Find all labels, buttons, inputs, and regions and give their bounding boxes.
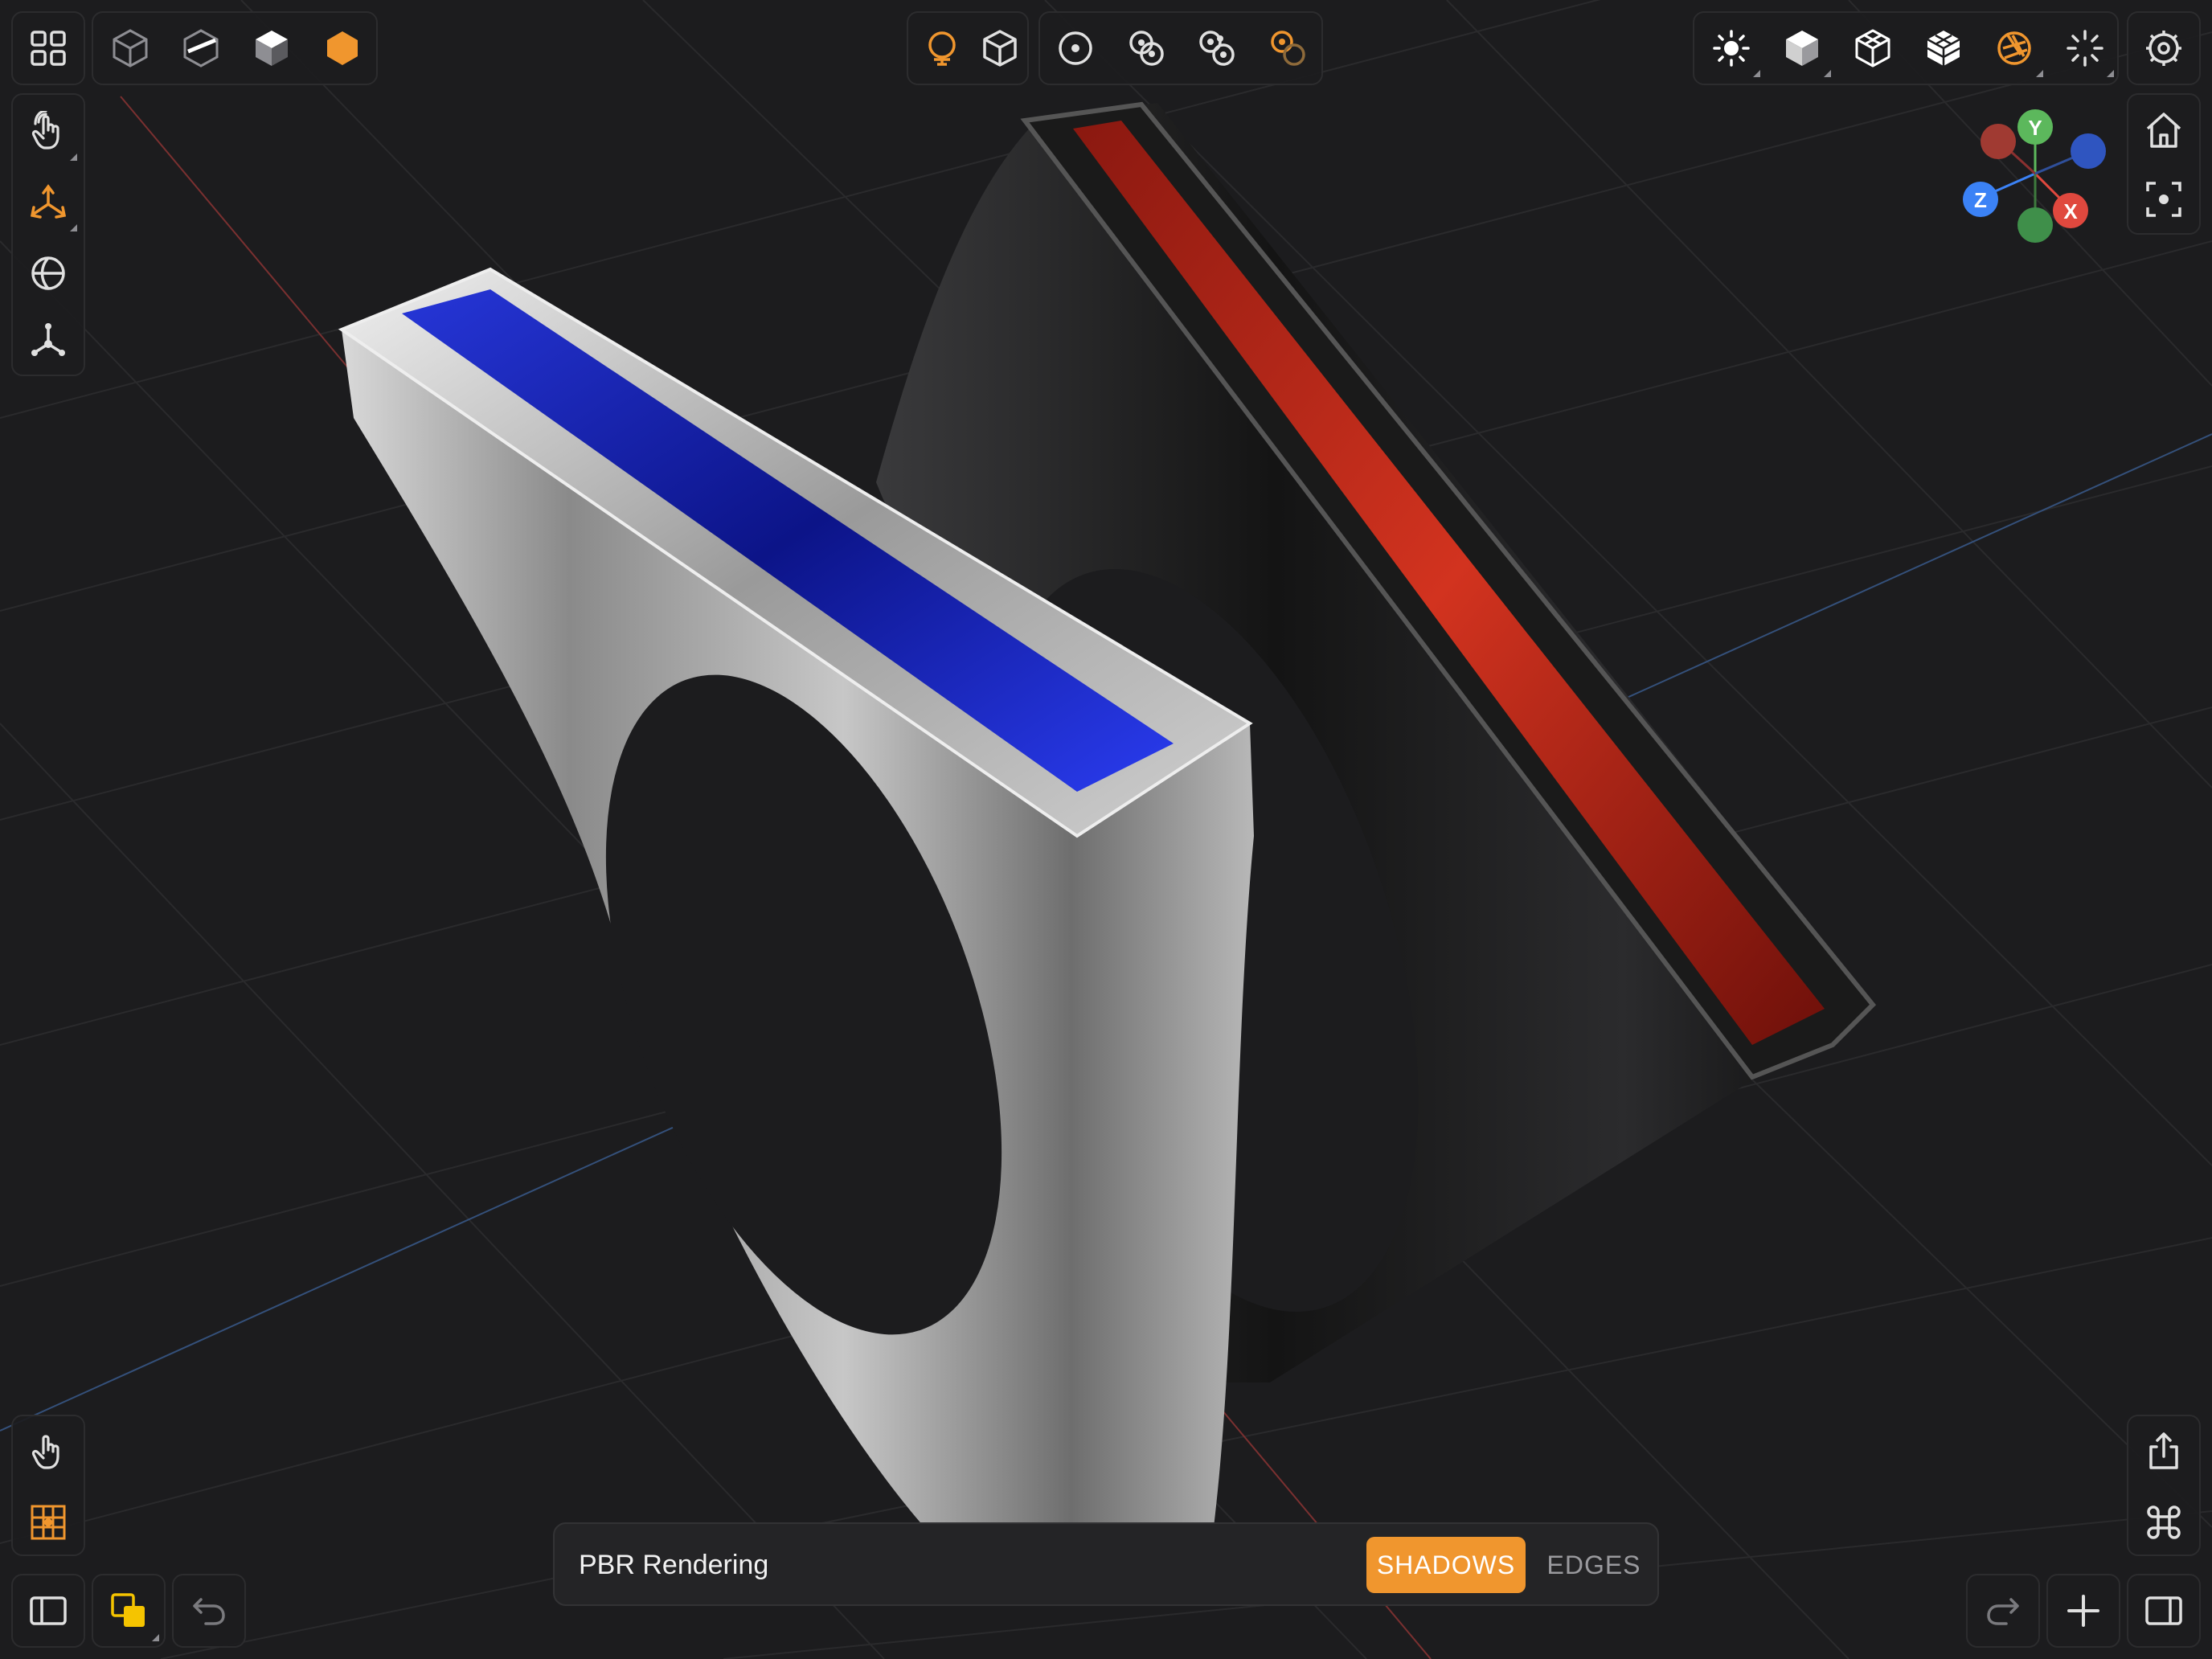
cube-outline-icon — [983, 30, 1017, 67]
material-ball-icon — [928, 31, 956, 66]
snap-grid-icon — [31, 1505, 66, 1540]
hexagon-filled-icon — [327, 31, 358, 65]
redo-icon — [1987, 1598, 2019, 1625]
snap-button[interactable] — [14, 1489, 82, 1556]
three-points-icon — [1199, 31, 1235, 66]
focus-view-button[interactable] — [2130, 166, 2198, 233]
pivot-tool-button[interactable] — [14, 307, 82, 375]
grid-icon — [31, 31, 66, 66]
effects-button[interactable] — [2051, 14, 2119, 82]
section-view-button[interactable] — [167, 14, 235, 82]
move-axes-icon — [30, 184, 67, 219]
home-view-button[interactable] — [2130, 96, 2198, 164]
undo-icon — [193, 1598, 225, 1625]
select-three-points-button[interactable] — [1183, 14, 1251, 82]
toggle-inspector-button[interactable] — [2127, 1574, 2201, 1648]
two-points-icon — [1129, 31, 1164, 66]
render-mode-title: PBR Rendering — [579, 1550, 769, 1580]
neg-z-handle[interactable] — [2071, 133, 2106, 169]
add-object-button[interactable] — [2046, 1574, 2120, 1648]
globe-icon — [31, 256, 65, 290]
camera-aperture-button[interactable] — [1981, 14, 2048, 82]
view-mode-toolbar — [92, 11, 378, 85]
wireframe-shading-button[interactable] — [1839, 14, 1907, 82]
select-two-points-button[interactable] — [1112, 14, 1180, 82]
focus-icon — [2146, 182, 2181, 217]
render-settings-toolbar — [1693, 11, 2119, 85]
settings-icon — [2146, 31, 2181, 66]
edges-toggle[interactable]: EDGES — [1542, 1537, 1646, 1593]
transform-tool-button[interactable] — [14, 169, 82, 236]
home-icon — [2146, 113, 2181, 148]
touch-mode-button[interactable] — [14, 1418, 82, 1485]
sparkle-icon — [2067, 30, 2103, 67]
shaded-wireframe-button[interactable] — [1910, 14, 1977, 82]
sidebar-icon — [30, 1596, 67, 1625]
globe-tool-button[interactable] — [14, 240, 82, 307]
node-icon — [31, 323, 65, 356]
point-orange-icon — [1271, 31, 1305, 66]
left-tool-panel — [11, 93, 85, 376]
hand-pointer-icon — [31, 111, 59, 150]
solid-cube-icon — [256, 31, 288, 66]
sun-icon — [1713, 30, 1750, 67]
layers-icon — [111, 1593, 145, 1627]
object-button[interactable] — [966, 14, 1034, 82]
wireframe-cube-icon — [113, 29, 148, 68]
x-axis-label: X — [2063, 199, 2078, 223]
wire-cube-icon — [1855, 29, 1890, 68]
material-toolbar — [907, 11, 1029, 85]
select-orange-point-button[interactable] — [1254, 14, 1321, 82]
lighting-button[interactable] — [1698, 14, 1765, 82]
rendered-view-button[interactable] — [309, 14, 376, 82]
add-icon — [2067, 1595, 2099, 1627]
wireframe-view-button[interactable] — [96, 14, 164, 82]
shaded-wire-cube-icon — [1927, 31, 1960, 66]
aperture-icon — [1997, 31, 2031, 65]
axis-gizmo[interactable]: Y Z X — [1953, 104, 2114, 249]
bottom-left-panel — [11, 1415, 85, 1556]
touch-icon — [31, 1435, 59, 1469]
layers-button[interactable] — [92, 1574, 166, 1648]
y-axis-label: Y — [2028, 116, 2042, 140]
command-icon — [2147, 1505, 2181, 1539]
cube-slice-icon — [183, 29, 219, 68]
undo-button[interactable] — [172, 1574, 246, 1648]
shadows-toggle[interactable]: SHADOWS — [1366, 1537, 1526, 1593]
right-panel-icon — [2145, 1596, 2182, 1625]
select-point-button[interactable] — [1042, 14, 1109, 82]
command-button[interactable] — [2130, 1489, 2198, 1556]
right-view-panel — [2127, 93, 2201, 235]
settings-button[interactable] — [2127, 11, 2201, 85]
toggle-sidebar-button[interactable] — [11, 1574, 85, 1648]
grid-menu-button[interactable] — [11, 11, 85, 85]
bottom-right-panel — [2127, 1415, 2201, 1556]
point-icon — [1059, 31, 1092, 65]
selection-toolbar — [1038, 11, 1323, 85]
share-icon — [2149, 1432, 2178, 1469]
3d-viewport[interactable] — [0, 0, 2212, 1659]
render-mode-bar: PBR Rendering SHADOWS EDGES — [553, 1522, 1659, 1606]
z-axis-label: Z — [1974, 188, 1987, 212]
solid-shading-button[interactable] — [1768, 14, 1836, 82]
share-button[interactable] — [2130, 1418, 2198, 1485]
neg-x-handle[interactable] — [1981, 124, 2016, 159]
select-tool-button[interactable] — [14, 98, 82, 166]
solid-view-button[interactable] — [238, 14, 305, 82]
redo-button[interactable] — [1966, 1574, 2040, 1648]
neg-y-handle[interactable] — [2017, 207, 2053, 243]
solid-cube-icon — [1786, 31, 1818, 66]
